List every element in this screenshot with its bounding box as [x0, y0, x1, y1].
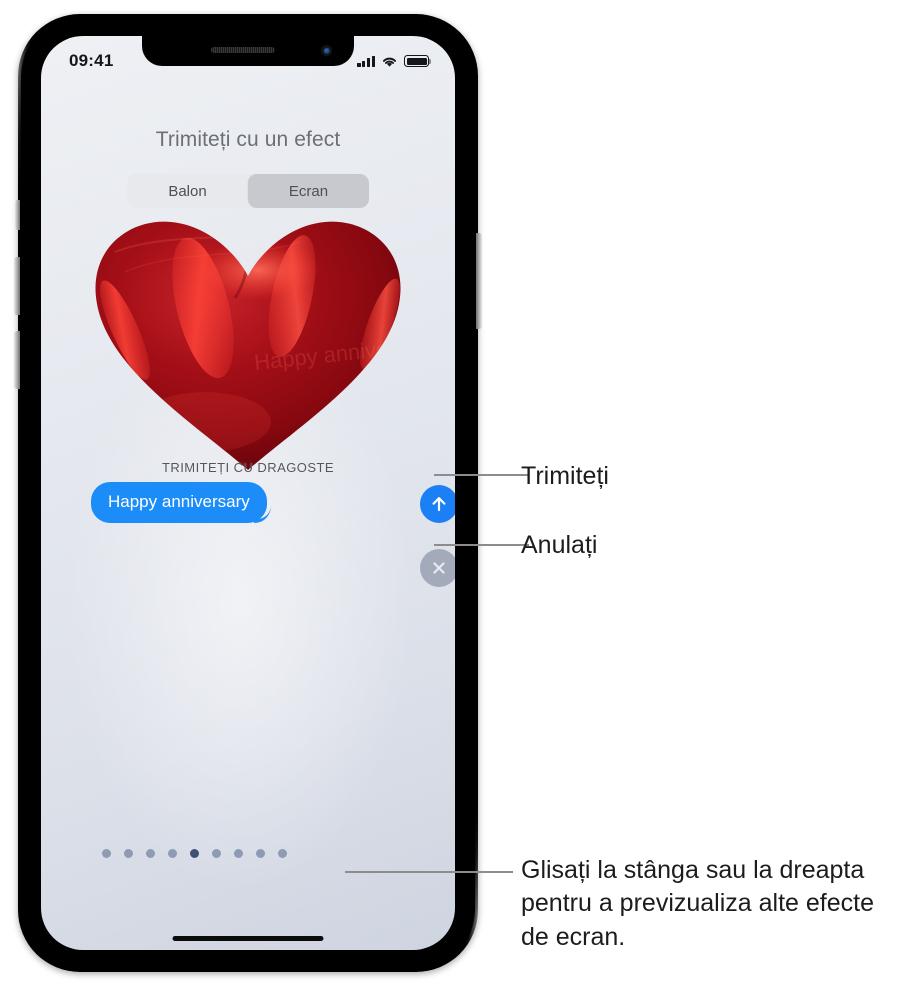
speaker-grille-icon — [210, 47, 275, 53]
page-dot[interactable] — [168, 849, 177, 858]
page-title: Trimiteți cu un efect — [155, 128, 341, 151]
page-dot[interactable] — [278, 849, 287, 858]
leader-line-swipe — [345, 871, 513, 873]
notch — [142, 36, 354, 66]
front-camera-icon — [321, 45, 332, 56]
leader-line-cancel — [434, 544, 529, 546]
phone-screen: 09:41 Trimiteți cu un efect Balon Ecran … — [41, 36, 455, 950]
page-dot[interactable] — [212, 849, 221, 858]
close-x-icon — [433, 562, 445, 574]
volume-down-button[interactable] — [14, 331, 20, 389]
silent-switch-button[interactable] — [15, 200, 20, 230]
page-dot[interactable] — [256, 849, 265, 858]
page-dot-active[interactable] — [190, 849, 199, 858]
send-button[interactable] — [420, 485, 455, 523]
battery-icon — [404, 55, 432, 67]
heart-balloon-graphic: Happy anniversary — [85, 212, 411, 480]
page-dot[interactable] — [234, 849, 243, 858]
effect-type-segmented-control[interactable]: Balon Ecran — [127, 174, 369, 208]
callout-send: Trimiteți — [521, 462, 609, 490]
callout-swipe-hint: Glisați la stânga sau la dreapta pentru … — [521, 856, 874, 951]
wifi-icon — [382, 57, 397, 67]
iphone-device-frame: 09:41 Trimiteți cu un efect Balon Ecran … — [14, 14, 482, 972]
status-indicators — [357, 55, 432, 68]
leader-line-send — [434, 474, 529, 476]
arrow-up-icon — [432, 497, 446, 512]
message-preview-row: Happy anniversary — [41, 482, 455, 526]
page-dot[interactable] — [124, 849, 133, 858]
page-dot[interactable] — [146, 849, 155, 858]
effect-caption: TRIMITEȚI CU DRAGOSTE — [162, 460, 334, 475]
screenshot-root: 09:41 Trimiteți cu un efect Balon Ecran … — [0, 0, 910, 984]
segment-balon[interactable]: Balon — [127, 174, 248, 208]
volume-up-button[interactable] — [14, 257, 20, 315]
page-indicator-dots[interactable] — [102, 849, 287, 858]
message-bubble[interactable]: Happy anniversary — [91, 482, 267, 523]
page-dot[interactable] — [102, 849, 111, 858]
segment-ecran[interactable]: Ecran — [248, 174, 369, 208]
callout-cancel: Anulați — [521, 531, 598, 559]
home-indicator[interactable] — [172, 936, 324, 941]
power-button[interactable] — [476, 233, 482, 329]
cellular-signal-icon — [357, 55, 375, 67]
cancel-button[interactable] — [420, 549, 455, 587]
status-time: 09:41 — [69, 51, 114, 70]
